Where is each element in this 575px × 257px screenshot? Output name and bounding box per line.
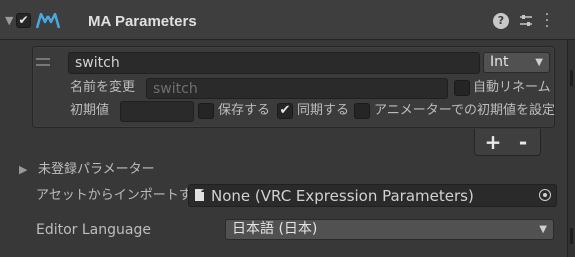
modular-avatar-icon [35,12,61,29]
help-icon[interactable]: ? [493,13,509,29]
dropdown-arrow-icon: ▼ [539,224,547,235]
animator-default-label: アニメーターでの初期値を設定 [374,103,555,118]
synced-label: 同期する [297,103,350,118]
chevron-right-icon[interactable]: ▶ [19,163,27,177]
list-buttons: + - [474,129,541,156]
language-dropdown[interactable]: 日本語 (日本) ▼ [225,219,554,240]
file-icon [195,189,204,201]
add-parameter-button[interactable]: + [481,129,505,155]
remove-parameter-button[interactable]: - [511,129,535,155]
dropdown-arrow-icon: ▼ [535,57,543,68]
edge-mark [570,228,573,244]
import-object-value: None (VRC Expression Parameters) [211,187,474,205]
saved-label: 保存する [218,103,271,118]
import-object-field[interactable]: None (VRC Expression Parameters) [188,184,557,207]
saved-checkbox[interactable] [198,103,214,119]
object-picker-icon[interactable] [539,189,551,201]
unregistered-foldout[interactable]: 未登録パラメーター [38,160,155,180]
component-header[interactable]: ▼ ✔ MA Parameters ? · · · [0,0,575,40]
default-value-label: 初期値 [70,103,110,118]
preset-icon[interactable] [518,13,534,29]
rename-input[interactable]: switch [146,78,448,99]
component-enabled-checkbox[interactable]: ✔ [16,13,31,28]
auto-rename-checkbox[interactable] [454,80,470,96]
language-value: 日本語 (日本) [232,221,318,237]
import-label: アセットからインポートする [36,188,205,203]
component-title: MA Parameters [88,13,197,30]
animator-default-checkbox[interactable] [354,103,370,119]
kebab-menu-icon[interactable]: · · · [541,8,553,34]
default-value-input[interactable] [120,101,194,122]
rename-label: 名前を変更 [70,80,136,95]
language-label: Editor Language [36,222,151,238]
parameter-type-value: Int [490,54,509,70]
chevron-down-icon[interactable]: ▼ [5,14,13,28]
parameter-type-dropdown[interactable]: Int ▼ [483,52,550,73]
parameter-name-input[interactable]: switch [68,52,480,74]
edge-mark [570,70,573,86]
auto-rename-label: 自動リネーム [473,80,551,95]
drag-handle-icon[interactable] [36,58,50,66]
synced-checkbox[interactable]: ✔ [277,103,293,119]
